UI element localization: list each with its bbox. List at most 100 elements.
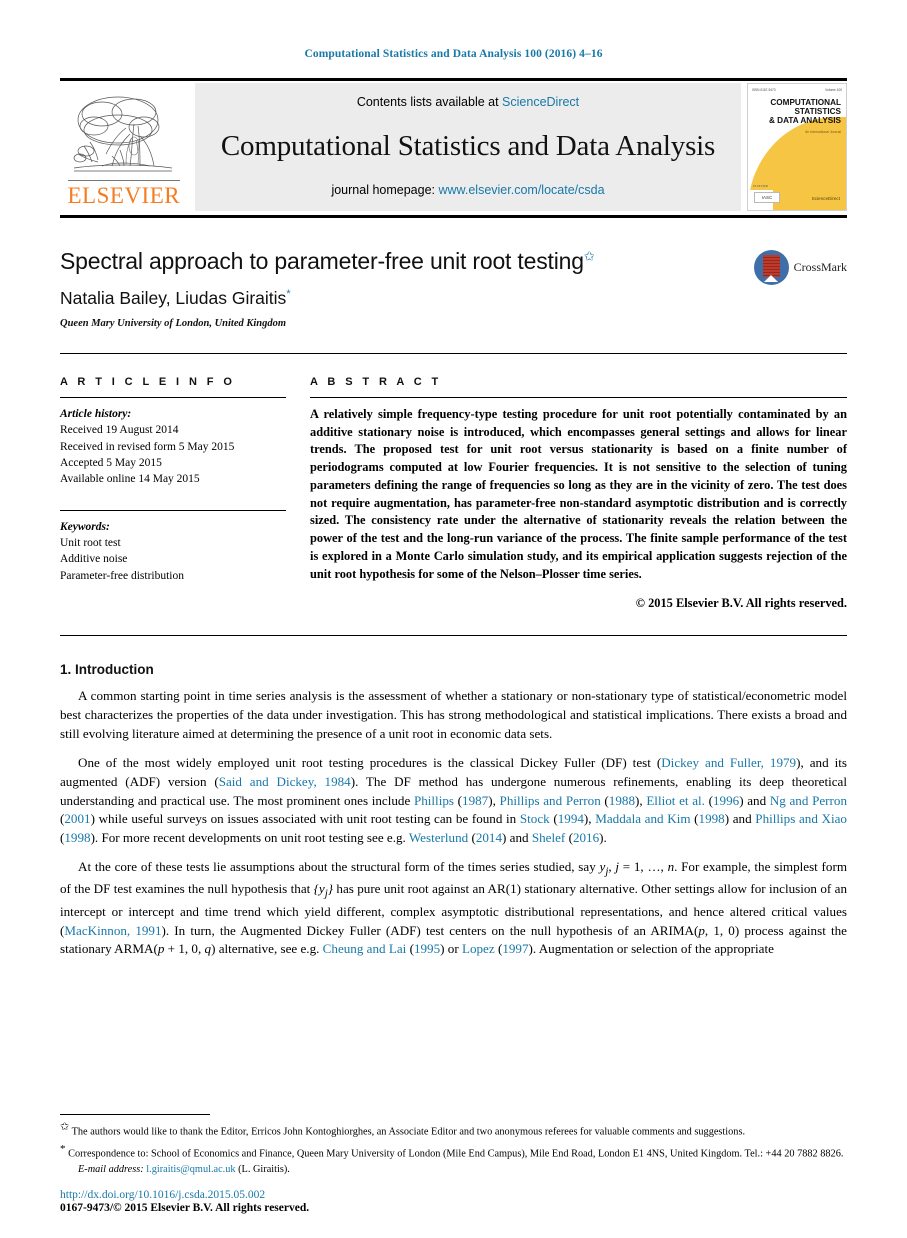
citation-phillips-perron[interactable]: Phillips and Perron (500, 793, 601, 808)
homepage-prefix: journal homepage: (331, 183, 439, 197)
citation-dickey-fuller[interactable]: Dickey and Fuller, 1979 (661, 755, 796, 770)
footnote-acknowledgment: ✩ The authors would like to thank the Ed… (60, 1120, 847, 1139)
citation-stock-year[interactable]: 1994 (558, 811, 584, 826)
journal-homepage-link[interactable]: www.elsevier.com/locate/csda (438, 183, 604, 197)
footnote-email: E-mail address: l.giraitis@qmul.ac.uk (L… (78, 1163, 847, 1177)
history-item: Available online 14 May 2015 (60, 473, 200, 486)
citation-phillips-xiao[interactable]: Phillips and Xiao (755, 811, 847, 826)
citation-ng-perron[interactable]: Ng and Perron (770, 793, 847, 808)
cover-title-line1: COMPUTATIONAL (770, 98, 841, 107)
cover-header-right: Volume 100 (825, 88, 842, 92)
affiliation: Queen Mary University of London, United … (60, 318, 287, 329)
author-list: Natalia Bailey, Liudas Giraitis* (60, 288, 847, 309)
cover-title-line2: STATISTICS (794, 107, 841, 117)
issn-copyright-line: 0167-9473/© 2015 Elsevier B.V. All right… (60, 1202, 310, 1214)
citation-phillips-perron-year[interactable]: 1988 (609, 793, 635, 808)
doi-link[interactable]: http://dx.doi.org/10.1016/j.csda.2015.05… (60, 1189, 847, 1201)
paragraph-3: At the core of these tests lie assumptio… (60, 859, 847, 957)
article-page: Computational Statistics and Data Analys… (0, 0, 907, 1238)
elsevier-wordmark: ELSEVIER (67, 180, 180, 207)
cover-header-left: ISSN 0167-9473 (752, 88, 776, 92)
citation-shelef-year[interactable]: 2016 (573, 830, 599, 845)
citation-maddala-kim-year[interactable]: 1998 (699, 811, 725, 826)
title-section-rule (60, 353, 847, 354)
citation-said-dickey[interactable]: Said and Dickey, 1984 (219, 774, 351, 789)
body-top-rule (60, 635, 847, 637)
article-info-rule (60, 397, 286, 398)
citation-elliot[interactable]: Elliot et al. (646, 793, 705, 808)
journal-banner: ELSEVIER Contents lists available at Sci… (60, 83, 847, 211)
cover-badge-icon: IASC (754, 192, 780, 203)
footnotes-block: ✩ The authors would like to thank the Ed… (60, 1114, 847, 1214)
abstract-column: A B S T R A C T A relatively simple freq… (310, 376, 847, 611)
citation-cheung-lai[interactable]: Cheung and Lai (323, 941, 407, 956)
keywords-rule (60, 509, 286, 511)
keyword-item: Parameter-free distribution (60, 569, 184, 582)
citation-cheung-lai-year[interactable]: 1995 (414, 941, 440, 956)
footnote-acknowledgment-text: The authors would like to thank the Edit… (71, 1126, 746, 1138)
keyword-item: Additive noise (60, 553, 128, 566)
paragraph-2: One of the most widely employed unit roo… (60, 754, 847, 846)
sciencedirect-link[interactable]: ScienceDirect (502, 95, 579, 109)
footnote-correspondence: * Correspondence to: School of Economics… (60, 1142, 847, 1161)
cover-title-line3: & DATA ANALYSIS (768, 116, 841, 126)
page-title: Spectral approach to parameter-free unit… (60, 248, 700, 275)
cover-publisher-mark: ELSEVIER (753, 184, 769, 188)
crossmark-icon (753, 250, 789, 285)
paragraph-1: A common starting point in time series a… (60, 688, 847, 742)
history-item: Received in revised form 5 May 2015 (60, 440, 235, 453)
journal-homepage-line: journal homepage: www.elsevier.com/locat… (331, 183, 604, 197)
history-item: Accepted 5 May 2015 (60, 456, 162, 469)
citation-phillips-year[interactable]: 1987 (462, 793, 488, 808)
elsevier-logo: ELSEVIER (60, 83, 187, 211)
abstract-heading: A B S T R A C T (310, 376, 442, 388)
section-heading-introduction: 1. Introduction (60, 662, 154, 678)
citation-phillips[interactable]: Phillips (414, 793, 454, 808)
banner-center: Contents lists available at ScienceDirec… (195, 83, 741, 211)
info-abstract-row: A R T I C L E I N F O Article history: R… (60, 376, 847, 611)
article-title-text: Spectral approach to parameter-free unit… (60, 248, 584, 274)
banner-bottom-rule (60, 215, 847, 218)
article-history-block: Article history: Received 19 August 2014… (60, 406, 286, 488)
abstract-text: A relatively simple frequency-type testi… (310, 407, 847, 581)
citation-maddala-kim[interactable]: Maddala and Kim (595, 811, 690, 826)
history-item: Received 19 August 2014 (60, 424, 179, 437)
citation-phillips-xiao-year[interactable]: 1998 (64, 830, 90, 845)
footnote-correspondence-text: Correspondence to: School of Economics a… (68, 1148, 844, 1160)
corresponding-author-marker[interactable]: * (286, 288, 290, 300)
contents-prefix: Contents lists available at (356, 95, 503, 109)
article-info-column: A R T I C L E I N F O Article history: R… (60, 376, 310, 611)
citation-mackinnon[interactable]: MacKinnon, 1991 (64, 923, 161, 938)
citation-lopez[interactable]: Lopez (462, 941, 495, 956)
cover-title: COMPUTATIONAL STATISTICS & DATA ANALYSIS (768, 98, 841, 126)
journal-cover-thumbnail[interactable]: ISSN 0167-9473 Volume 100 COMPUTATIONAL … (747, 83, 847, 211)
crossmark-label: CrossMark (793, 260, 847, 274)
elsevier-tree-icon (72, 83, 176, 180)
email-link[interactable]: l.giraitis@qmul.ac.uk (146, 1164, 235, 1175)
cover-sciencedirect-mark: ScienceDirect (811, 196, 840, 201)
title-footnote-marker[interactable]: ✩ (584, 248, 595, 263)
citation-elliot-year[interactable]: 1996 (713, 793, 739, 808)
footnote-correspondence-marker: * (60, 1142, 66, 1155)
cover-subtitle: An International Journal (805, 130, 841, 134)
contents-available-line: Contents lists available at ScienceDirec… (357, 95, 579, 109)
citation-stock[interactable]: Stock (520, 811, 550, 826)
keywords-block: Keywords: Unit root test Additive noise … (60, 509, 286, 584)
email-label: E-mail address: (78, 1164, 144, 1176)
citation-shelef[interactable]: Shelef (532, 830, 565, 845)
keywords-label: Keywords: (60, 520, 110, 533)
journal-title: Computational Statistics and Data Analys… (220, 129, 716, 162)
article-info-heading: A R T I C L E I N F O (60, 376, 236, 388)
abstract-rule (310, 397, 847, 398)
citation-ng-perron-year[interactable]: 2001 (64, 811, 90, 826)
abstract-copyright: © 2015 Elsevier B.V. All rights reserved… (635, 596, 847, 611)
banner-top-rule (60, 78, 847, 81)
citation-westerlund-year[interactable]: 2014 (476, 830, 502, 845)
running-head: Computational Statistics and Data Analys… (304, 48, 603, 60)
citation-lopez-year[interactable]: 1997 (502, 941, 528, 956)
keyword-item: Unit root test (60, 536, 121, 549)
footnote-rule (60, 1114, 210, 1116)
email-suffix: (L. Giraitis). (238, 1164, 290, 1176)
crossmark-badge[interactable]: CrossMark (753, 250, 847, 285)
citation-westerlund[interactable]: Westerlund (409, 830, 468, 845)
